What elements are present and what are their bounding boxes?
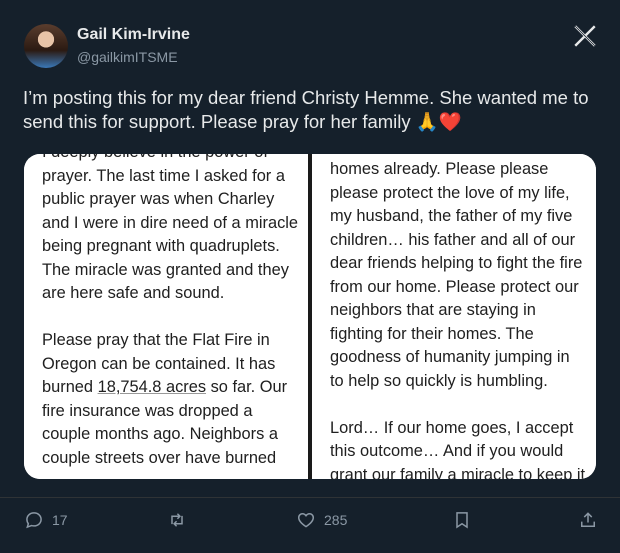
note-line: please protect the love of my life, bbox=[330, 183, 570, 202]
note-line: my husband, the father of my five bbox=[330, 207, 573, 225]
note-line: children… his father and all of our bbox=[330, 230, 576, 249]
note-line: being pregnant with quadruplets. bbox=[42, 237, 280, 255]
note-line: grant our family a miracle to keep it bbox=[330, 465, 586, 480]
note-line: goodness of humanity jumping in bbox=[330, 348, 570, 366]
note-line: public prayer was when Charley bbox=[42, 190, 275, 208]
note-line: couple months ago. Neighbors a bbox=[42, 425, 278, 443]
note-line: are here safe and sound. bbox=[42, 284, 225, 302]
note-line: The miracle was granted and they bbox=[42, 260, 289, 279]
like-button[interactable]: 285 bbox=[296, 508, 347, 532]
note-line: fighting for their homes. The bbox=[330, 324, 534, 343]
reply-icon bbox=[26, 512, 42, 529]
note-line bbox=[330, 393, 592, 417]
tweet-text: I’m posting this for my dear friend Chri… bbox=[23, 86, 603, 135]
reply-count: 17 bbox=[52, 512, 68, 528]
heart-icon bbox=[297, 512, 315, 528]
note-line: Oregon can be contained. It has bbox=[42, 354, 276, 373]
note-line: Please pray that the Flat Fire in bbox=[42, 331, 270, 349]
acres-highlight: 18,754.8 acres bbox=[97, 378, 207, 396]
action-bar: 17 285 bbox=[0, 497, 620, 538]
note-line: I deeply believe in the power of bbox=[42, 154, 304, 165]
repost-button[interactable] bbox=[167, 508, 187, 532]
bookmark-icon bbox=[456, 512, 468, 529]
tweet-emoji: 🙏❤️ bbox=[415, 112, 462, 133]
note-line: Lord… If our home goes, I accept bbox=[330, 418, 574, 437]
note-line: this outcome… And if you would bbox=[330, 442, 564, 460]
reply-button[interactable]: 17 bbox=[24, 508, 68, 532]
note-line: from our home. Please protect our bbox=[330, 277, 579, 296]
note-page-right: homes already. Please please please prote… bbox=[312, 154, 596, 479]
note-right-text: homes already. Please please please prote… bbox=[330, 158, 592, 479]
note-left-text: I deeply believe in the power ofprayer. … bbox=[42, 154, 304, 470]
note-line: fire insurance was dropped a bbox=[42, 401, 253, 420]
note-line: neighbors that are staying in bbox=[330, 301, 536, 319]
note-line bbox=[42, 306, 304, 330]
bookmark-button[interactable] bbox=[452, 508, 472, 532]
note-line: burned 18,754.8 acres so far. Our bbox=[42, 378, 288, 396]
share-icon bbox=[581, 512, 595, 527]
tweet-media-image[interactable]: I deeply believe in the power ofprayer. … bbox=[24, 154, 596, 479]
note-line: to help so quickly is humbling. bbox=[330, 371, 548, 390]
note-line: couple streets over have burned bbox=[42, 448, 277, 467]
note-line: dear friends helping to fight the fire bbox=[330, 254, 583, 272]
repost-icon bbox=[171, 513, 183, 527]
note-line: prayer. The last time I asked for a bbox=[42, 166, 285, 185]
note-line: homes already. Please please bbox=[330, 160, 549, 178]
tweet-body: I’m posting this for my dear friend Chri… bbox=[23, 87, 589, 132]
note-line: and I were in dire need of a miracle bbox=[42, 213, 299, 232]
x-logo-icon[interactable] bbox=[572, 23, 598, 49]
like-count: 285 bbox=[324, 512, 348, 528]
author-name[interactable]: Gail Kim-Irvine bbox=[77, 26, 190, 44]
share-button[interactable] bbox=[578, 508, 598, 532]
author-handle[interactable]: @gailkimITSME bbox=[77, 49, 178, 65]
avatar[interactable] bbox=[24, 24, 68, 68]
note-page-left: I deeply believe in the power ofprayer. … bbox=[24, 154, 308, 479]
